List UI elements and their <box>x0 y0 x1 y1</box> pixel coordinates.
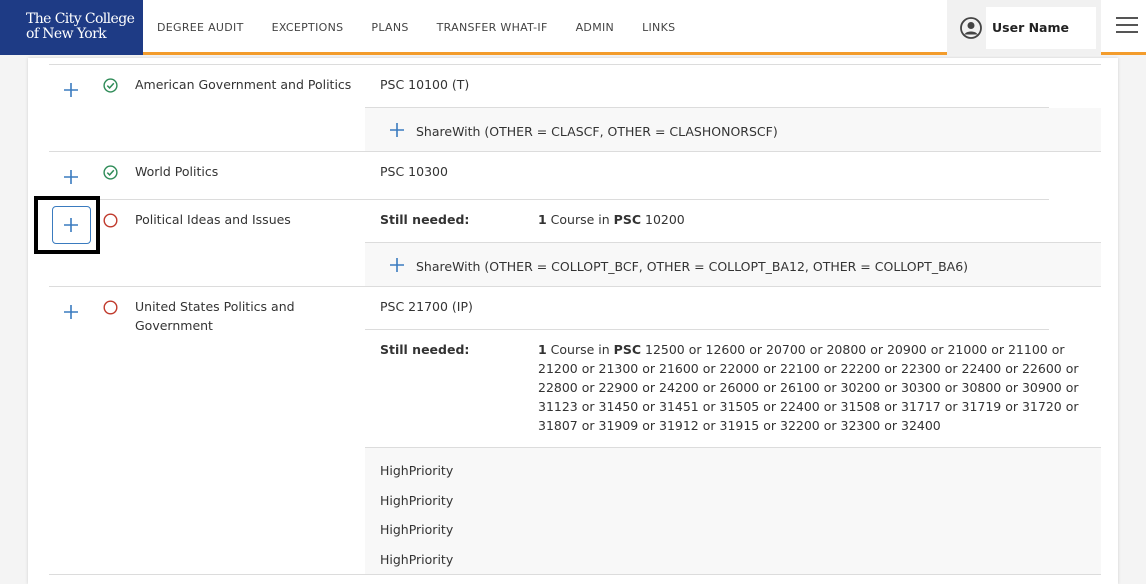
user-menu[interactable]: User Name <box>947 0 1101 55</box>
needed-subject: PSC <box>613 342 642 357</box>
expand-plus-icon[interactable] <box>63 304 79 320</box>
expand-plus-icon[interactable] <box>63 217 79 233</box>
expand-plus-icon[interactable] <box>389 122 405 138</box>
nav-admin[interactable]: ADMIN <box>576 21 614 34</box>
needed-mid: Course in <box>546 342 614 357</box>
expand-plus-icon[interactable] <box>63 169 79 185</box>
logo-line-2: of New York <box>26 26 107 42</box>
incomplete-circle-icon <box>103 300 118 315</box>
nav-links[interactable]: LINKS <box>642 21 675 34</box>
still-needed-text: 1 Course in PSC 10200 <box>538 212 685 227</box>
college-logo[interactable]: The City College of New York <box>0 0 143 55</box>
needed-subject: PSC <box>613 212 642 227</box>
hamburger-menu-icon[interactable] <box>1116 17 1138 37</box>
priority-label: HighPriority <box>380 522 454 537</box>
expand-plus-icon[interactable] <box>63 82 79 98</box>
incomplete-circle-icon <box>103 213 118 228</box>
needed-mid: Course in <box>546 212 614 227</box>
expand-plus-icon[interactable] <box>389 257 405 273</box>
needed-count: 1 <box>538 212 547 227</box>
course-link[interactable]: PSC 10100 (T) <box>380 77 469 92</box>
priority-label: HighPriority <box>380 463 454 478</box>
priority-label: HighPriority <box>380 552 454 567</box>
nav-transfer-what-if[interactable]: TRANSFER WHAT-IF <box>437 21 548 34</box>
sharewith-text: ShareWith (OTHER = COLLOPT_BCF, OTHER = … <box>416 259 969 274</box>
needed-count: 1 <box>538 342 547 357</box>
logo-line-1: The City College <box>26 11 135 27</box>
requirement-name-line-1: United States Politics and <box>135 299 295 314</box>
requirement-name: World Politics <box>135 164 219 179</box>
complete-check-icon <box>103 78 118 93</box>
still-needed-text: 1 Course in PSC 12500 or 12600 or 20700 … <box>538 340 1093 435</box>
complete-check-icon <box>103 165 118 180</box>
needed-courses[interactable]: 10200 <box>641 212 685 227</box>
course-link[interactable]: PSC 21700 (IP) <box>380 299 473 314</box>
nav-plans[interactable]: PLANS <box>371 21 408 34</box>
nav-degree-audit[interactable]: DEGREE AUDIT <box>157 21 244 34</box>
user-avatar-icon <box>960 17 982 39</box>
user-name: User Name <box>986 7 1096 49</box>
sharewith-text: ShareWith (OTHER = CLASCF, OTHER = CLASH… <box>416 124 778 139</box>
main-nav: DEGREE AUDIT EXCEPTIONS PLANS TRANSFER W… <box>143 0 689 55</box>
requirement-name: Political Ideas and Issues <box>135 212 291 227</box>
nav-exceptions[interactable]: EXCEPTIONS <box>272 21 344 34</box>
requirement-name: American Government and Politics <box>135 77 352 92</box>
app-header: The City College of New York DEGREE AUDI… <box>0 0 1146 55</box>
course-link[interactable]: PSC 10300 <box>380 164 448 179</box>
still-needed-label: Still needed: <box>380 342 470 357</box>
requirement-name-line-2: Government <box>135 318 213 333</box>
still-needed-label: Still needed: <box>380 212 470 227</box>
priority-label: HighPriority <box>380 493 454 508</box>
